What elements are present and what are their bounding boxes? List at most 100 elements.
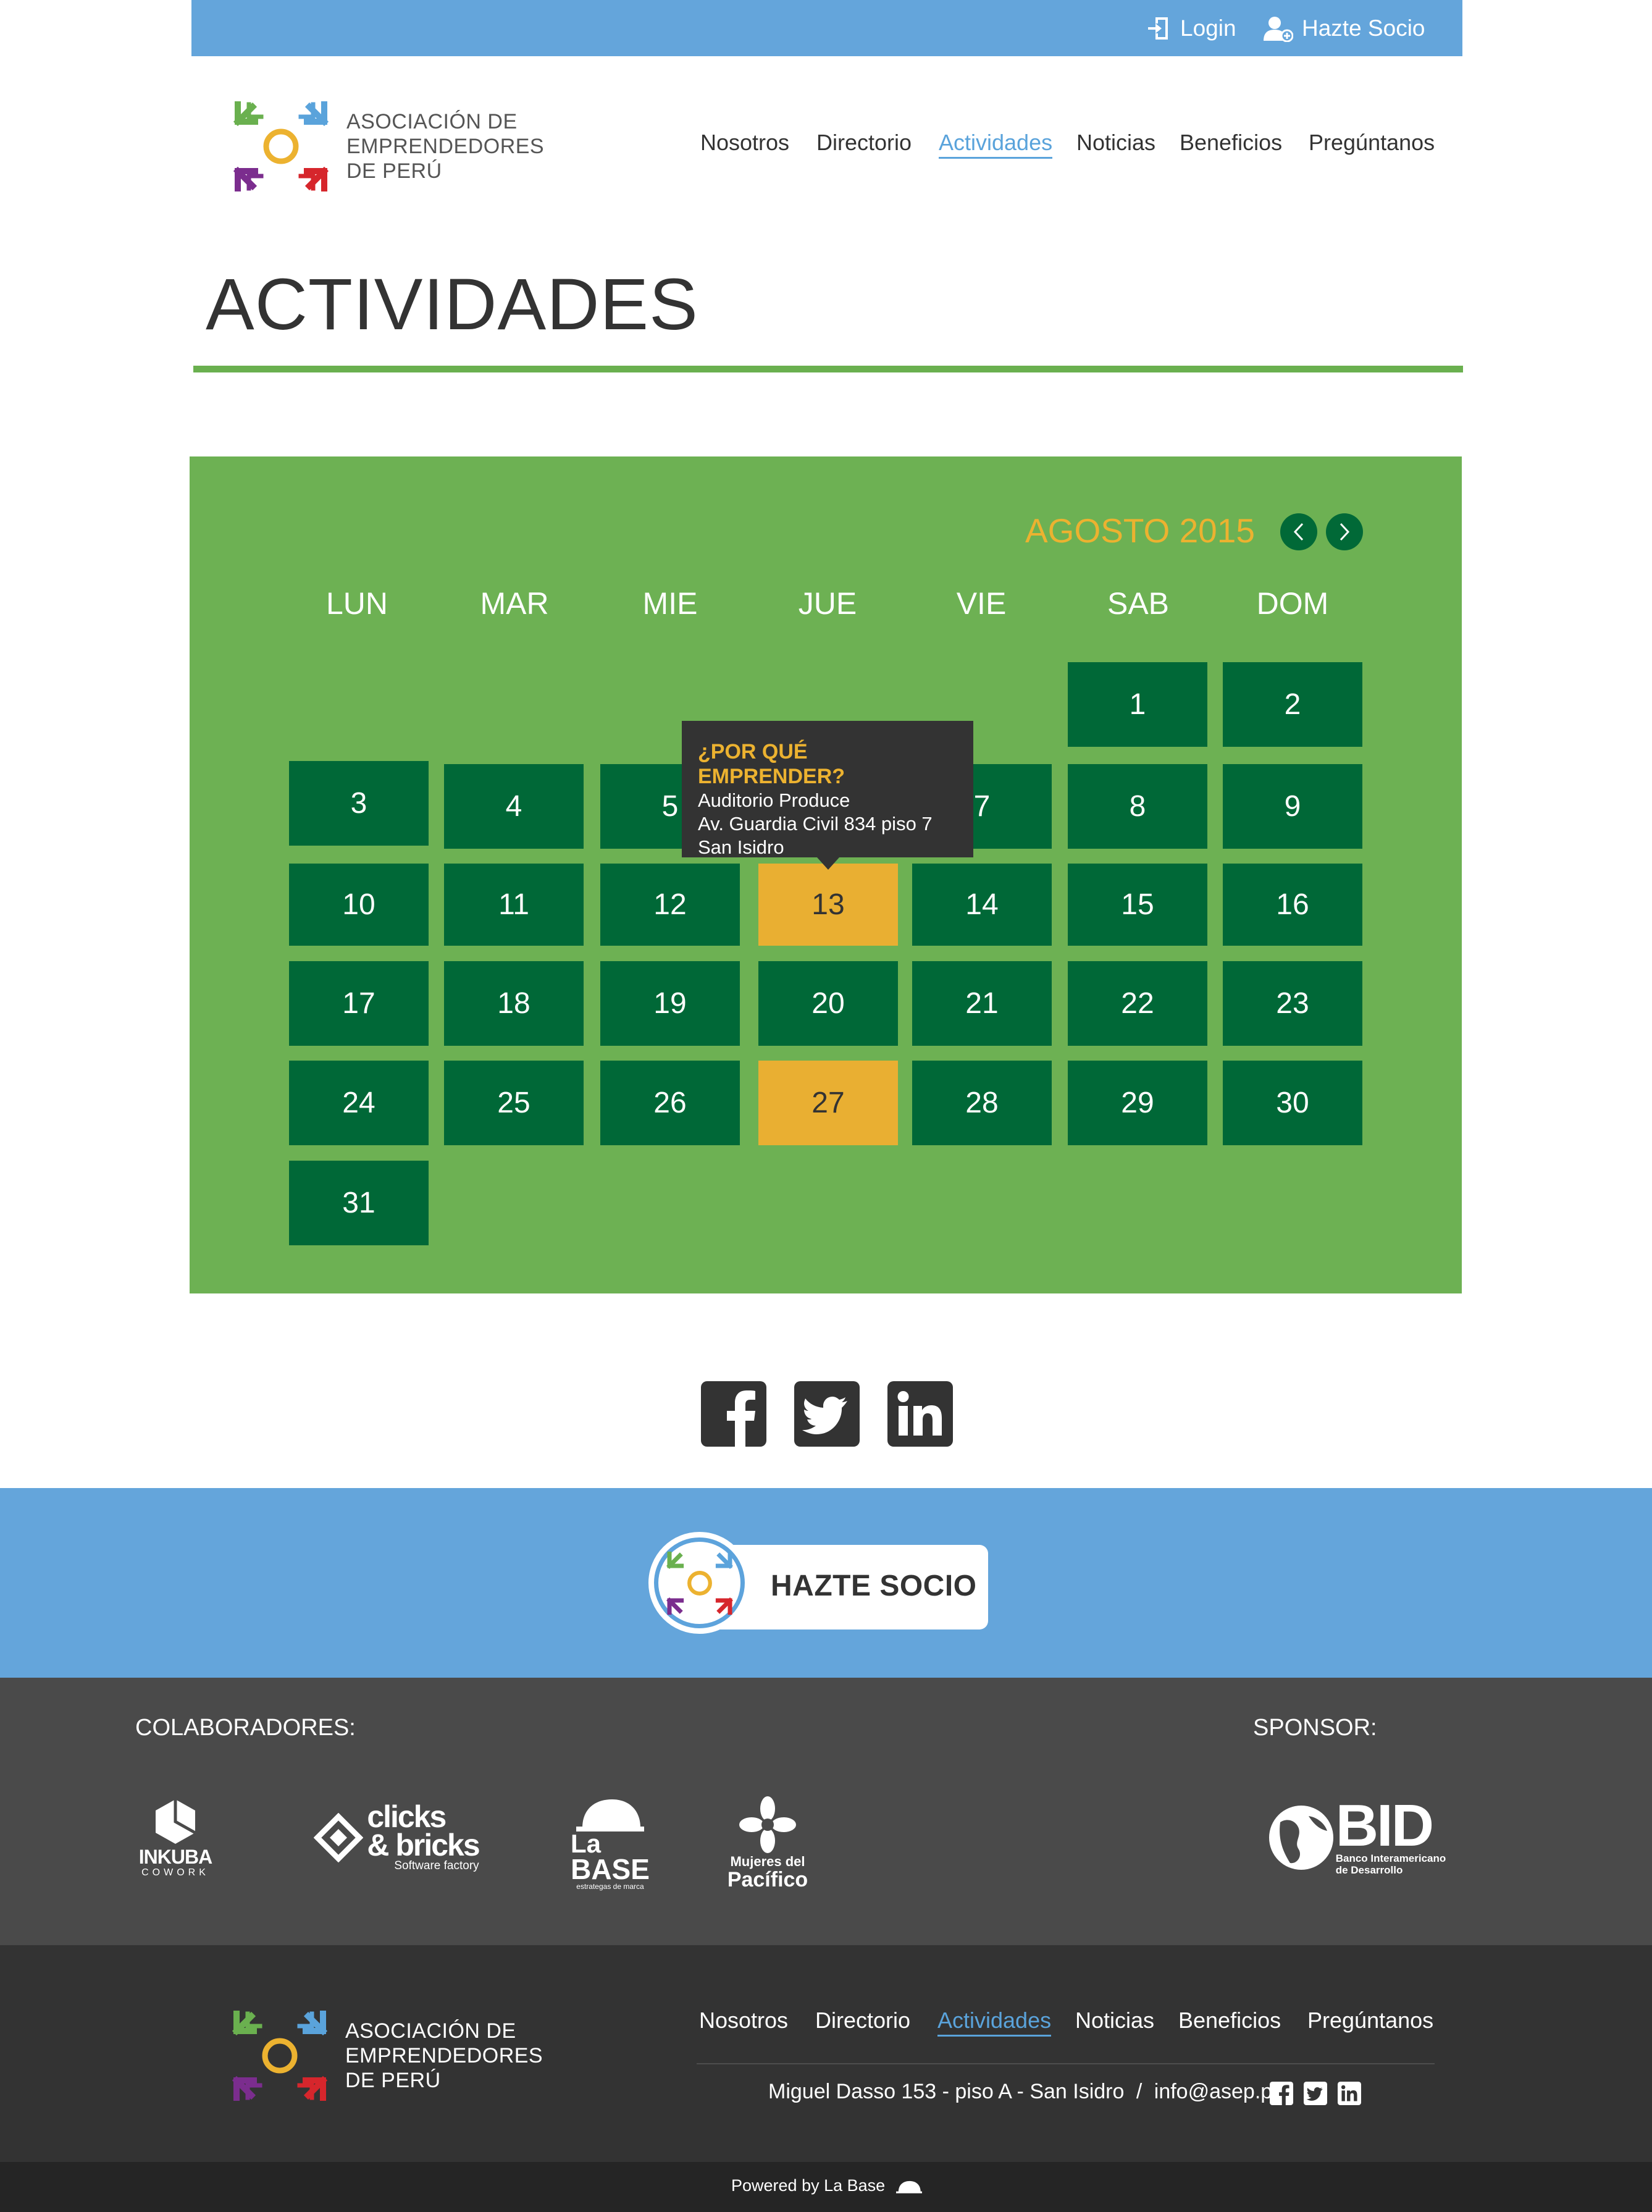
cta-badge <box>648 1532 750 1634</box>
collaborators-heading: COLABORADORES: <box>135 1715 356 1741</box>
weekday-label: SAB <box>1107 586 1170 621</box>
nav-item-noticias[interactable]: Noticias <box>1076 130 1155 156</box>
logo-line-3: DE PERÚ <box>346 159 442 183</box>
calendar-day[interactable]: 12 <box>600 864 740 946</box>
weekday-label: JUE <box>798 586 857 621</box>
top-bar: Login Hazte Socio <box>191 0 1462 56</box>
calendar-day[interactable]: 1 <box>1068 662 1207 747</box>
chevron-left-icon <box>1293 523 1304 541</box>
bid-globe-icon <box>1268 1806 1333 1870</box>
twitter-icon[interactable] <box>1304 2082 1327 2105</box>
la-base-logo[interactable]: La BASE estrategas de marca <box>567 1794 653 1893</box>
previous-month-button[interactable] <box>1280 513 1317 550</box>
nav-item-actividades[interactable]: Actividades <box>939 130 1053 159</box>
calendar-day[interactable]: 4 <box>444 764 584 849</box>
footer-nav-nosotros[interactable]: Nosotros <box>699 2008 788 2033</box>
calendar-day[interactable]: 10 <box>289 864 429 946</box>
join-link[interactable]: Hazte Socio <box>1262 14 1425 43</box>
calendar-day[interactable]: 17 <box>289 961 429 1046</box>
calendar-day[interactable]: 18 <box>444 961 584 1046</box>
footer-nav-actividades[interactable]: Actividades <box>937 2008 1052 2037</box>
calendar-day[interactable]: 9 <box>1223 764 1362 849</box>
calendar-day[interactable]: 28 <box>912 1061 1052 1145</box>
calendar-day[interactable]: 3 <box>289 761 429 846</box>
twitter-icon <box>794 1381 860 1447</box>
calendar-day-event[interactable]: 13 <box>758 864 898 946</box>
bid-name: BID <box>1335 1793 1434 1859</box>
calendar-day[interactable]: 26 <box>600 1061 740 1145</box>
calendar-day[interactable]: 21 <box>912 961 1052 1046</box>
nav-item-beneficios[interactable]: Beneficios <box>1180 130 1282 156</box>
login-link[interactable]: Login <box>1147 14 1236 43</box>
calendar-day[interactable]: 20 <box>758 961 898 1046</box>
weekday-label: VIE <box>956 586 1007 621</box>
nav-item-preguntanos[interactable]: Pregúntanos <box>1309 130 1435 156</box>
page-title: ACTIVIDADES <box>206 264 698 345</box>
calendar-day[interactable]: 8 <box>1068 764 1207 849</box>
calendar-day[interactable]: 30 <box>1223 1061 1362 1145</box>
next-month-button[interactable] <box>1326 513 1363 550</box>
linkedin-icon <box>887 1381 953 1447</box>
la-base-line-1: La <box>571 1829 602 1858</box>
calendar-day[interactable]: 19 <box>600 961 740 1046</box>
nav-item-directorio[interactable]: Directorio <box>816 130 912 156</box>
calendar-month-label: AGOSTO 2015 <box>1025 511 1255 550</box>
calendar-day-event[interactable]: 27 <box>758 1061 898 1145</box>
facebook-link[interactable] <box>701 1381 766 1447</box>
login-icon <box>1148 17 1168 40</box>
mujeres-pacifico-logo[interactable]: Mujeres del Pacífico <box>727 1791 808 1893</box>
chevron-right-icon <box>1340 523 1350 541</box>
bid-sub-2: de Desarrollo <box>1335 1864 1403 1876</box>
calendar-day[interactable]: 25 <box>444 1061 584 1145</box>
inkuba-mark-icon <box>156 1799 196 1844</box>
footer-nav-directorio[interactable]: Directorio <box>815 2008 910 2033</box>
facebook-icon <box>701 1381 766 1447</box>
twitter-link[interactable] <box>794 1381 860 1447</box>
footer-address: Miguel Dasso 153 - piso A - San Isidro <box>768 2080 1125 2103</box>
calendar-day[interactable]: 22 <box>1068 961 1207 1046</box>
nav-item-nosotros[interactable]: Nosotros <box>700 130 789 156</box>
facebook-icon[interactable] <box>1270 2082 1293 2105</box>
clicks-bricks-mark-icon <box>314 1813 364 1862</box>
la-base-line-2: BASE <box>571 1853 650 1885</box>
calendar-day[interactable]: 31 <box>289 1161 429 1245</box>
inkuba-logo[interactable]: INKUBA COWORK <box>132 1791 219 1884</box>
calendar-day[interactable]: 23 <box>1223 961 1362 1046</box>
footer-email[interactable]: info@asep.pe <box>1154 2080 1284 2103</box>
sponsor-heading: SPONSOR: <box>1253 1715 1377 1741</box>
calendar-day[interactable]: 11 <box>444 864 584 946</box>
footer-nav-preguntanos[interactable]: Pregúntanos <box>1307 2008 1433 2033</box>
bid-logo[interactable]: BID Banco Interamericano de Desarrollo <box>1254 1794 1457 1881</box>
calendar-day[interactable]: 16 <box>1223 864 1362 946</box>
powered-by[interactable]: Powered by La Base <box>731 2176 922 2195</box>
logo-line-3: DE PERÚ <box>345 2069 441 2092</box>
user-add-icon <box>1264 17 1293 42</box>
linkedin-icon[interactable] <box>1338 2082 1361 2105</box>
main-nav: Nosotros Directorio Actividades Noticias… <box>0 130 1652 161</box>
mujeres-line-1: Mujeres del <box>730 1853 805 1869</box>
calendar-day[interactable]: 14 <box>912 864 1052 946</box>
calendar-day[interactable]: 24 <box>289 1061 429 1145</box>
linkedin-link[interactable] <box>887 1381 953 1447</box>
event-tooltip: ¿POR QUÉ EMPRENDER? Auditorio Produce Av… <box>682 721 973 870</box>
calendar-day[interactable]: 29 <box>1068 1061 1207 1145</box>
la-base-helmet-icon <box>576 1799 644 1831</box>
cta-label: HAZTE SOCIO <box>771 1570 977 1602</box>
calendar-day[interactable]: 15 <box>1068 864 1207 946</box>
event-address: Av. Guardia Civil 834 piso 7 <box>698 813 933 835</box>
join-cta-button[interactable]: HAZTE SOCIO <box>648 1532 988 1634</box>
inkuba-name: INKUBA <box>138 1846 212 1868</box>
footer-nav-noticias[interactable]: Noticias <box>1075 2008 1154 2033</box>
title-divider <box>193 366 1463 372</box>
footer-divider <box>697 2063 1435 2064</box>
footer-contact: Miguel Dasso 153 - piso A - San Isidro /… <box>768 2080 1284 2104</box>
weekday-label: DOM <box>1256 586 1329 621</box>
logo-line-2: EMPRENDEDORES <box>345 2044 543 2067</box>
clicks-bricks-logo[interactable]: clicks & bricks Software factory <box>304 1801 489 1875</box>
event-venue: Auditorio Produce <box>698 789 850 811</box>
event-district: San Isidro <box>698 836 784 858</box>
clicks-sub: Software factory <box>394 1859 479 1872</box>
footer-nav-beneficios[interactable]: Beneficios <box>1178 2008 1281 2033</box>
bid-sub-1: Banco Interamericano <box>1335 1852 1446 1864</box>
calendar-day[interactable]: 2 <box>1223 662 1362 747</box>
